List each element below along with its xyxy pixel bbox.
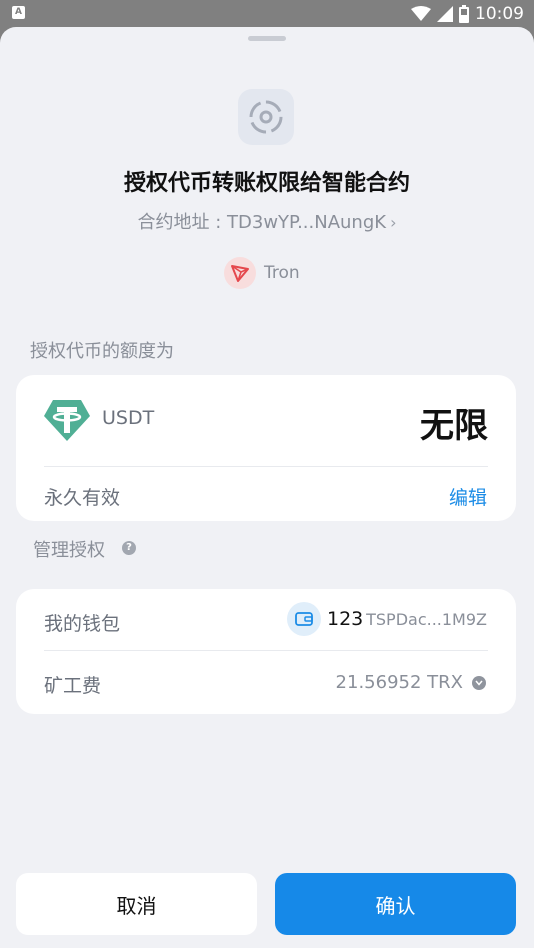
status-bar: A 10:09 — [0, 0, 534, 28]
status-right: 10:09 — [411, 2, 524, 26]
validity-label: 永久有效 — [44, 487, 121, 509]
edit-button[interactable]: 编辑 — [449, 483, 487, 510]
fee-label: 矿工费 — [44, 675, 102, 697]
signal-icon — [437, 6, 453, 22]
fee-value[interactable]: 21.56952 TRX — [336, 672, 463, 693]
wallet-name: 123 — [327, 608, 364, 630]
tron-logo-icon — [224, 257, 256, 289]
manage-card: 我的钱包 123 TSPDac...1M9Z 矿工费 21.56952 TRX — [16, 589, 516, 714]
contract-address: 合约地址 : TD3wYP...NAungK — [137, 212, 387, 233]
wifi-icon — [411, 6, 431, 21]
allowance-section-label: 授权代币的额度为 — [30, 341, 174, 362]
confirm-button[interactable]: 确认 — [275, 873, 516, 935]
chevron-right-icon: › — [390, 213, 397, 232]
page-title: 授权代币转账权限给智能合约 — [123, 171, 410, 196]
allowance-card: USDT 无限 永久有效 编辑 — [16, 375, 516, 521]
chain-badge: Tron — [220, 253, 316, 293]
usdt-token-icon — [43, 398, 91, 446]
wallet-icon — [287, 602, 321, 636]
chevron-down-icon[interactable] — [472, 676, 486, 690]
chain-name: Tron — [264, 263, 300, 283]
cancel-button[interactable]: 取消 — [16, 873, 257, 935]
token-symbol: USDT — [102, 407, 155, 429]
sheet-drag-handle[interactable] — [248, 36, 286, 41]
manage-section-label: 管理授权 — [33, 540, 105, 561]
status-time: 10:09 — [475, 4, 524, 24]
wallet-address: TSPDac...1M9Z — [366, 610, 487, 629]
app-notification-icon: A — [12, 6, 25, 19]
authorization-sheet: 授权代币转账权限给智能合约 合约地址 : TD3wYP...NAungK › Tr… — [0, 27, 534, 948]
battery-icon — [459, 5, 469, 23]
help-icon[interactable]: ? — [122, 541, 136, 555]
wallet-label: 我的钱包 — [44, 613, 121, 635]
divider — [44, 650, 488, 651]
contract-icon — [238, 89, 294, 145]
divider — [44, 466, 488, 467]
contract-address-link[interactable]: 合约地址 : TD3wYP...NAungK › — [0, 208, 534, 234]
allowance-amount: 无限 — [420, 406, 488, 446]
